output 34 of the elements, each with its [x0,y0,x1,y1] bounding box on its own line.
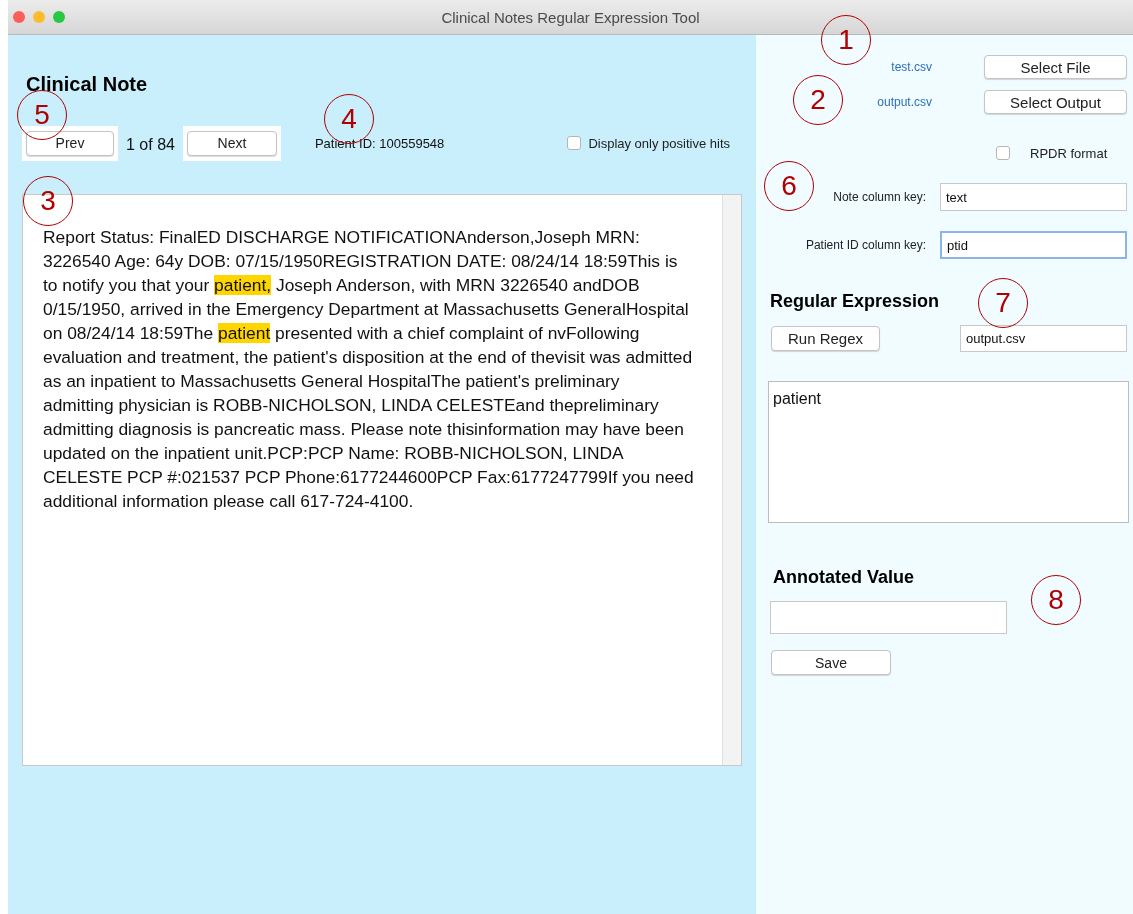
zoom-button[interactable] [53,11,65,23]
rpdr-format-checkbox[interactable] [996,146,1010,160]
minimize-button[interactable] [33,11,45,23]
next-button[interactable]: Next [186,130,277,156]
note-column-key-field[interactable]: text [940,183,1127,211]
regex-field[interactable]: patient [768,381,1129,523]
field-label: Patient ID column key: [805,238,926,252]
checkbox-label: Display only positive hits [588,135,730,151]
positive-hits-checkbox[interactable] [567,136,582,150]
run-regex-button[interactable]: Run Regex [771,326,880,351]
section-heading: Regular Expression [770,291,940,312]
prev-button[interactable]: Prev [26,130,114,156]
scrollbar[interactable] [722,195,741,765]
patient-id-label: Patient ID: 100559548 [314,135,445,151]
close-button[interactable] [13,11,25,23]
annotated-value-field[interactable] [770,601,1007,634]
section-heading: Annotated Value [773,567,915,588]
regex-output-field[interactable]: output.csv [960,325,1127,352]
checkbox-label: RPDR format [1030,145,1108,161]
save-button[interactable]: Save [771,650,891,675]
select-output-button[interactable]: Select Output [984,90,1127,114]
callout-number: 2 [793,75,843,125]
window-title: Clinical Notes Regular Expression Tool [440,8,701,26]
field-label: Note column key: [833,190,926,204]
callout-number: 8 [1031,575,1081,625]
callout-number: 1 [821,15,871,65]
note-position: 1 of 84 [126,136,175,154]
input-file-name: test.csv [891,60,932,74]
select-file-button[interactable]: Select File [984,55,1127,79]
callout-number: 7 [978,278,1028,328]
callout-number: 6 [764,161,814,211]
patient-id-column-key-field[interactable]: ptid [940,231,1127,259]
callout-number: 3 [23,176,73,226]
output-file-name: output.csv [877,95,932,109]
